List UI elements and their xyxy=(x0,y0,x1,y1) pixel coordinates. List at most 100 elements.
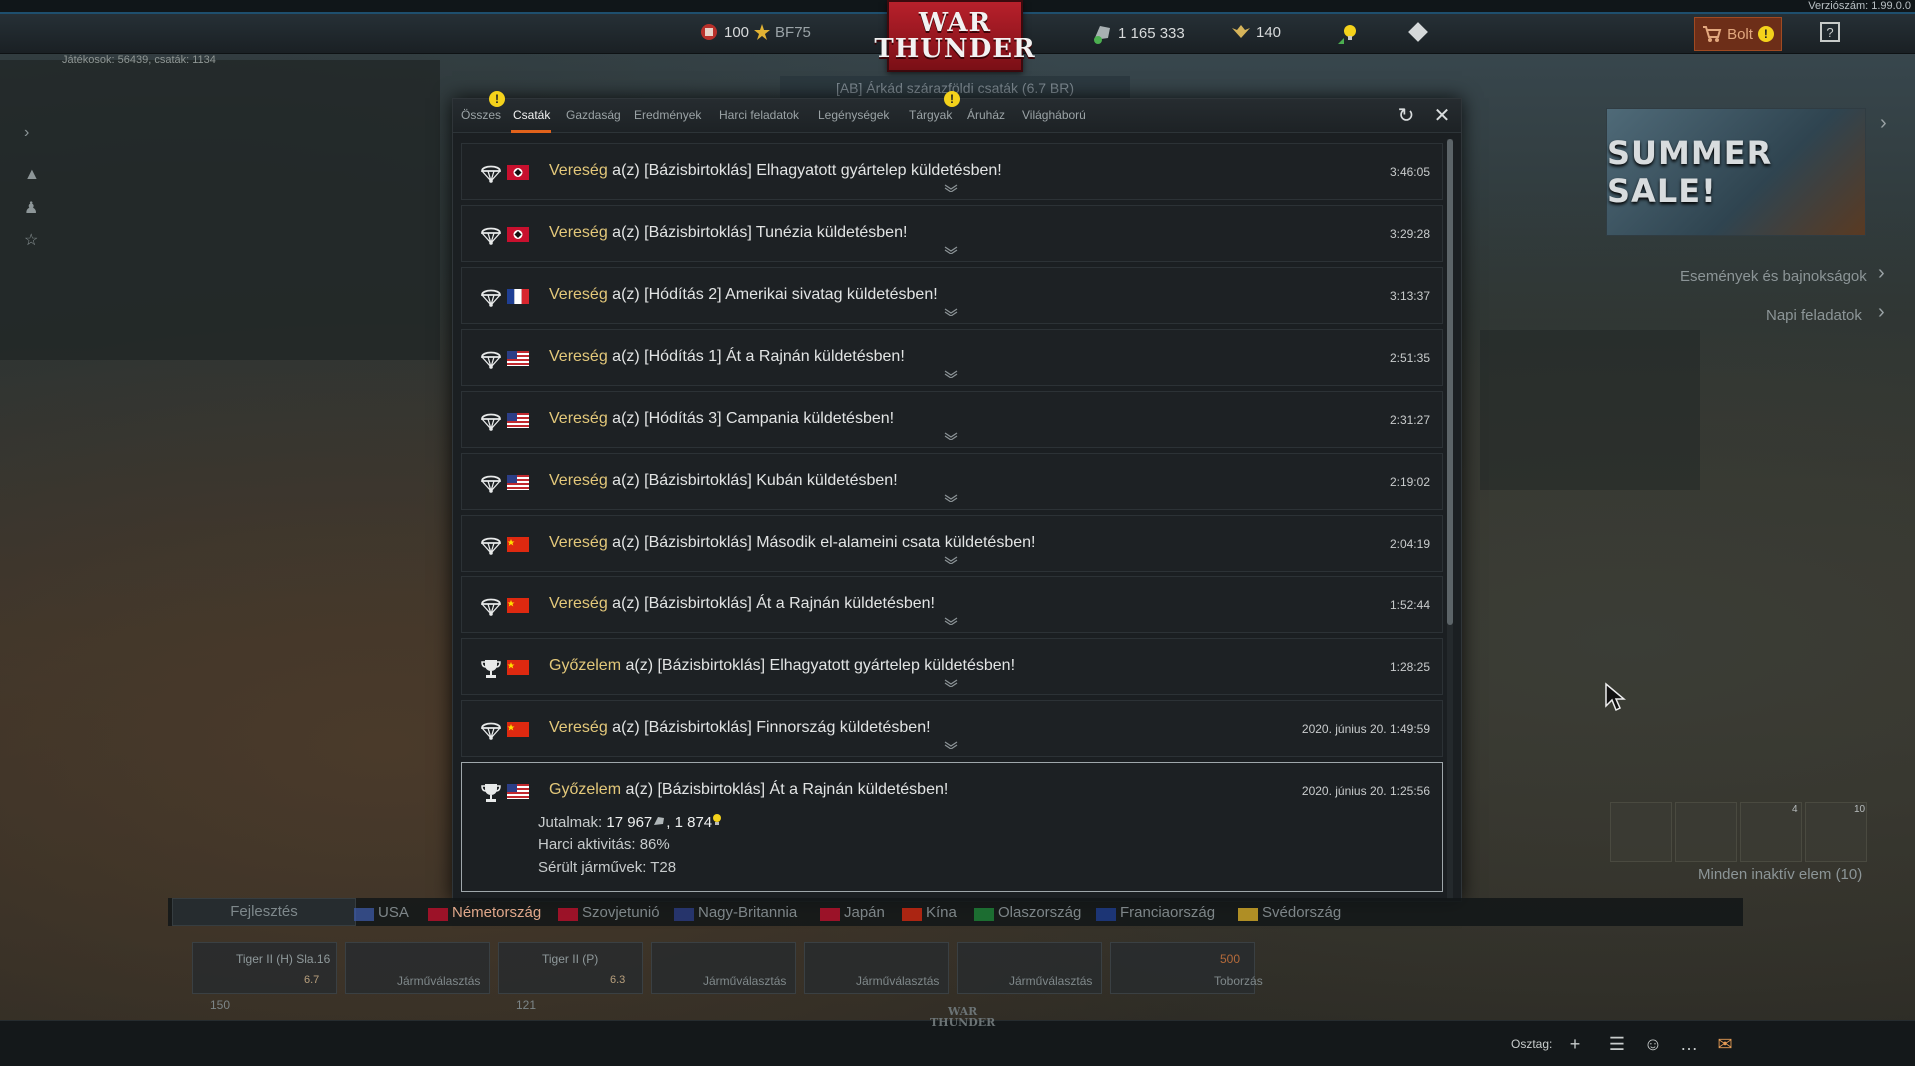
chevron-down-icon[interactable] xyxy=(944,184,958,192)
country-tab[interactable]: Szovjetunió xyxy=(582,904,660,921)
country-tab[interactable]: Olaszország xyxy=(998,904,1081,921)
notification-time: 2:04:19 xyxy=(1389,536,1430,551)
refresh-icon[interactable]: ↻ xyxy=(1395,105,1417,127)
de-flag-icon xyxy=(507,165,529,180)
repair-cost: 150 xyxy=(210,998,231,1012)
vehicle-slot[interactable] xyxy=(192,942,337,994)
de-flag-icon xyxy=(507,226,529,242)
country-tab[interactable]: Németország xyxy=(452,904,541,921)
notification-row[interactable]: Vereség a(z) [Bázisbirtoklás] Finnország… xyxy=(461,700,1443,758)
banner-next-icon[interactable]: › xyxy=(1880,112,1887,135)
events-link[interactable]: Események és bajnokságok xyxy=(1680,268,1867,285)
chevron-down-icon[interactable] xyxy=(944,679,958,688)
tank-icon[interactable]: ▲ xyxy=(24,166,44,186)
result-label: Vereség xyxy=(549,285,608,303)
notification-row[interactable]: Vereség a(z) [Bázisbirtoklás] Második el… xyxy=(461,514,1443,572)
vehicle-slot[interactable] xyxy=(498,942,643,994)
notifications-dialog: Összes ! Csaták Gazdaság Eredmények Harc… xyxy=(452,91,1462,902)
notification-row[interactable]: Vereség a(z) [Hódítás 1] Át a Rajnán kül… xyxy=(461,328,1443,386)
chevron-down-icon[interactable] xyxy=(944,370,958,378)
country-tab[interactable]: USA xyxy=(378,904,409,921)
shop-button[interactable]: Bolt ! xyxy=(1694,17,1782,51)
notification-row[interactable]: Vereség a(z) [Bázisbirtoklás] Tunézia kü… xyxy=(461,204,1443,262)
scroll-thumb[interactable] xyxy=(1447,139,1453,625)
background-vehicle xyxy=(1480,330,1700,490)
cn-flag-icon xyxy=(507,598,529,614)
mouse-cursor-icon xyxy=(1605,682,1626,712)
help-button[interactable]: ? xyxy=(1820,22,1840,42)
slot-count: 4 xyxy=(1792,804,1798,815)
inactive-items-link[interactable]: Minden inaktív elem (10) xyxy=(1698,866,1862,883)
chevron-down-icon[interactable] xyxy=(944,741,958,750)
result-label: Győzelem xyxy=(549,657,622,675)
tab-store[interactable]: Áruház xyxy=(967,108,1005,122)
chevron-down-icon[interactable] xyxy=(944,494,958,502)
parachute-icon xyxy=(481,165,501,184)
golden-eagles[interactable]: 140 xyxy=(1230,22,1281,42)
notification-time: 2020. június 20. 1:25:56 xyxy=(1301,784,1430,799)
country-tab[interactable]: Japán xyxy=(844,904,885,921)
player-icon xyxy=(701,24,717,40)
tab-items[interactable]: Tárgyak xyxy=(909,108,952,122)
daily-tasks-link[interactable]: Napi feladatok xyxy=(1766,307,1862,324)
mission-text: a(z) [Hódítás 1] Át a Rajnán küldetésben… xyxy=(607,347,905,365)
notification-row[interactable]: Győzelem a(z) [Bázisbirtoklás] Elhagyato… xyxy=(461,638,1443,696)
notification-row[interactable]: Vereség a(z) [Hódítás 3] Campania küldet… xyxy=(461,390,1443,448)
crew-icon[interactable]: ♟ xyxy=(24,198,44,218)
notification-row[interactable]: Vereség a(z) [Hódítás 2] Amerikai sivata… xyxy=(461,266,1443,324)
star-box-icon[interactable]: ☆ xyxy=(24,230,44,250)
tab-achievements[interactable]: Eredmények xyxy=(634,108,701,122)
tab-world-war[interactable]: Világháború xyxy=(1022,108,1086,122)
result-label: Vereség xyxy=(549,533,608,551)
chevron-down-icon[interactable] xyxy=(944,308,958,316)
result-label: Vereség xyxy=(549,162,608,179)
chevron-down-icon[interactable] xyxy=(944,432,958,440)
chat-icon[interactable]: … xyxy=(1676,1031,1702,1057)
inactive-item-slot[interactable] xyxy=(1610,802,1672,862)
notification-text: Vereség a(z) [Bázisbirtoklás] Át a Rajná… xyxy=(549,595,935,613)
tab-battle-tasks[interactable]: Harci feladatok xyxy=(719,108,799,122)
notification-row[interactable]: Vereség a(z) [Bázisbirtoklás] Át a Rajná… xyxy=(461,576,1443,634)
notification-row[interactable]: Vereség a(z) [Bázisbirtoklás] Kubán küld… xyxy=(461,452,1443,510)
golden-eagles-value: 140 xyxy=(1256,23,1282,41)
background-building xyxy=(0,60,440,360)
notification-row-expanded[interactable]: Győzelem a(z) [Bázisbirtoklás] Át a Rajn… xyxy=(461,762,1443,893)
country-tab[interactable]: Kína xyxy=(926,904,957,921)
scrollbar[interactable] xyxy=(1447,139,1453,899)
contacts-icon[interactable]: ☺ xyxy=(1640,1031,1666,1057)
tab-battles[interactable]: Csaták xyxy=(513,108,550,122)
notification-text: Vereség a(z) [Hódítás 3] Campania küldet… xyxy=(549,410,894,428)
plus-icon[interactable]: + xyxy=(1562,1031,1588,1057)
shop-label: Bolt xyxy=(1727,25,1753,43)
chevron-down-icon[interactable] xyxy=(944,617,958,626)
chevron-down-icon[interactable] xyxy=(944,246,958,254)
slot-label: Járműválasztás xyxy=(1009,974,1093,988)
item-button[interactable] xyxy=(1408,22,1428,42)
country-tab[interactable]: Franciaország xyxy=(1120,904,1215,921)
result-label: Vereség xyxy=(549,347,608,365)
research-button[interactable]: Fejlesztés xyxy=(172,898,356,926)
damaged-vehicles: Sérült járművek: T28 xyxy=(538,859,677,877)
notification-row[interactable]: Vereség a(z) [Bázisbirtoklás] Elhagyatot… xyxy=(461,143,1443,200)
tab-economy[interactable]: Gazdaság xyxy=(566,108,621,122)
country-tab[interactable]: Nagy-Britannia xyxy=(698,904,797,921)
tab-crews[interactable]: Legénységek xyxy=(818,108,889,122)
country-tab[interactable]: Svédország xyxy=(1262,904,1341,921)
silver-lions[interactable]: 1 165 333 xyxy=(1090,22,1185,44)
inactive-item-slot[interactable] xyxy=(1675,802,1737,862)
mail-icon[interactable]: ✉ xyxy=(1712,1031,1738,1057)
research-points[interactable] xyxy=(1336,22,1360,46)
notification-time: 2020. június 20. 1:49:59 xyxy=(1301,722,1430,737)
tab-all[interactable]: Összes xyxy=(461,108,501,122)
summer-sale-banner[interactable]: SUMMER SALE! xyxy=(1606,108,1866,236)
country-flag-icon xyxy=(354,908,374,921)
cn-flag-icon xyxy=(507,660,529,676)
list-icon[interactable]: ☰ xyxy=(1604,1031,1630,1057)
country-flag-icon xyxy=(974,908,994,921)
mission-text: a(z) [Bázisbirtoklás] Kubán küldetésben! xyxy=(607,471,898,489)
close-icon[interactable]: ✕ xyxy=(1431,105,1453,127)
chevron-down-icon[interactable] xyxy=(944,556,958,564)
parachute-icon xyxy=(481,227,501,246)
left-arrow-icon[interactable]: › xyxy=(24,124,44,144)
profile-level[interactable]: 100 BF75 xyxy=(698,22,811,42)
